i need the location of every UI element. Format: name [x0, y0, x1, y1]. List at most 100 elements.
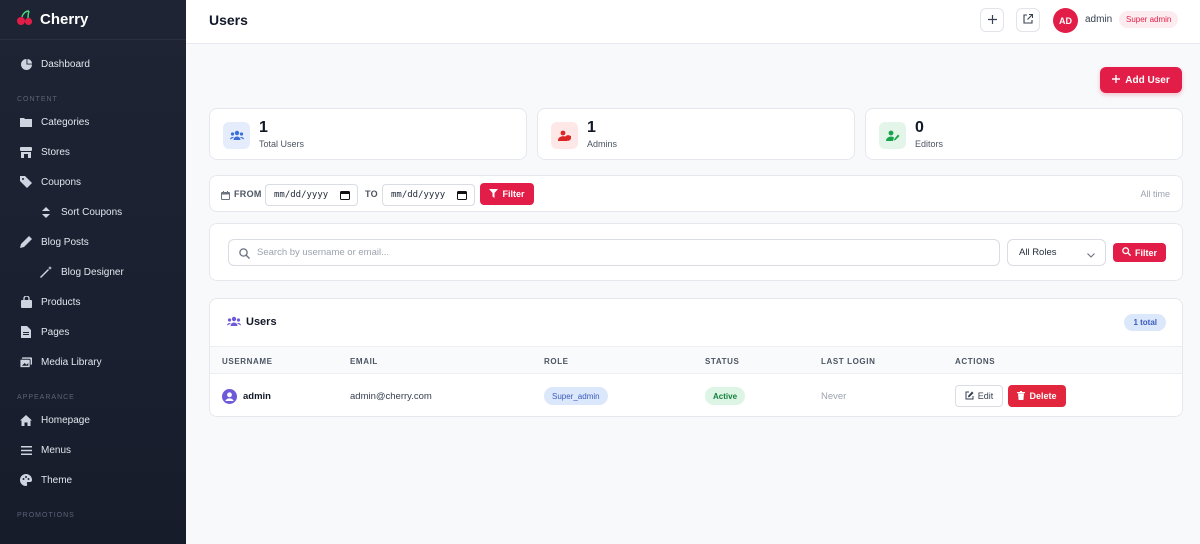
add-button[interactable]: [980, 8, 1004, 32]
edit-label: Edit: [977, 391, 994, 401]
sidebar-item-coupons[interactable]: Coupons: [0, 167, 186, 197]
to-label: TO: [365, 189, 378, 199]
filter-label: Filter: [1134, 247, 1157, 258]
calendar-icon: [340, 190, 350, 203]
delete-button[interactable]: Delete: [1008, 385, 1066, 407]
total-count-badge: 1 total: [1124, 314, 1166, 331]
cell-last-login: Never: [821, 391, 847, 402]
sidebar-item-label: Pages: [41, 326, 70, 338]
status-badge: Active: [705, 387, 746, 405]
calendar-icon: [457, 190, 467, 203]
bag-icon: [20, 296, 32, 308]
users-icon: [223, 122, 250, 149]
sidebar: Cherry Dashboard CONTENT Categories Stor…: [0, 0, 186, 544]
column-header-email[interactable]: EMAIL: [350, 357, 378, 366]
sidebar-item-media-library[interactable]: Media Library: [0, 347, 186, 377]
plus-icon: [987, 13, 997, 27]
folder-icon: [20, 116, 32, 128]
edit-button[interactable]: Edit: [955, 385, 1003, 407]
user-edit-icon: [879, 122, 906, 149]
table-title: Users: [246, 316, 277, 328]
page-title: Users: [209, 12, 248, 28]
users-icon: [227, 316, 241, 330]
sidebar-item-stores[interactable]: Stores: [0, 137, 186, 167]
cell-username: admin: [243, 391, 271, 402]
from-date-value: mm/dd/yyyy: [274, 190, 329, 200]
search-placeholder: Search by username or email...: [257, 247, 390, 258]
sidebar-section-content: CONTENT: [17, 96, 58, 103]
sidebar-item-categories[interactable]: Categories: [0, 107, 186, 137]
sidebar-item-label: Products: [41, 296, 81, 308]
search-filter-button[interactable]: Filter: [1113, 243, 1166, 262]
sidebar-item-label: Coupons: [41, 176, 82, 188]
avatar[interactable]: AD: [1053, 8, 1078, 33]
stat-label: Editors: [915, 139, 944, 149]
sidebar-item-products[interactable]: Products: [0, 287, 186, 317]
column-header-status[interactable]: STATUS: [705, 357, 739, 366]
sidebar-item-dashboard[interactable]: Dashboard: [0, 49, 186, 79]
stat-value: 1: [587, 119, 596, 136]
role-select[interactable]: All Roles: [1007, 239, 1106, 266]
sidebar-item-blog-posts[interactable]: Blog Posts: [0, 227, 186, 257]
to-date-value: mm/dd/yyyy: [391, 190, 446, 200]
trash-icon: [1017, 390, 1026, 402]
from-date-input[interactable]: mm/dd/yyyy: [265, 184, 358, 206]
brand[interactable]: Cherry: [0, 0, 186, 40]
sidebar-item-label: Sort Coupons: [61, 206, 123, 218]
from-label: FROM: [234, 189, 262, 199]
file-icon: [20, 326, 32, 338]
column-header-role[interactable]: ROLE: [544, 357, 569, 366]
add-user-label: Add User: [1125, 74, 1170, 86]
store-icon: [20, 146, 32, 158]
pen-icon: [20, 236, 32, 248]
user-shield-icon: [551, 122, 578, 149]
users-table-card: Users 1 total USERNAME EMAIL ROLE STATUS…: [209, 298, 1183, 417]
role-badge: Super_admin: [544, 387, 608, 405]
sidebar-item-label: Theme: [41, 474, 73, 486]
add-user-button[interactable]: Add User: [1100, 67, 1182, 93]
sidebar-item-homepage[interactable]: Homepage: [0, 405, 186, 435]
sidebar-section-promotions: PROMOTIONS: [17, 512, 75, 519]
to-date-input[interactable]: mm/dd/yyyy: [382, 184, 475, 206]
sidebar-item-label: Homepage: [41, 414, 90, 426]
sidebar-item-label: Stores: [41, 146, 70, 158]
user-name[interactable]: admin: [1085, 14, 1112, 25]
dashboard-icon: [20, 58, 32, 70]
sidebar-item-label: Blog Posts: [41, 236, 89, 248]
role-select-value: All Roles: [1019, 247, 1057, 258]
menu-icon: [20, 444, 32, 456]
column-header-actions: ACTIONS: [955, 357, 996, 366]
date-filter-bar: FROM mm/dd/yyyy TO mm/dd/yyyy Filter All…: [209, 175, 1183, 212]
date-filter-button[interactable]: Filter: [480, 183, 534, 205]
user-avatar-icon: [222, 389, 237, 407]
column-header-username[interactable]: USERNAME: [222, 357, 273, 366]
sidebar-item-menus[interactable]: Menus: [0, 435, 186, 465]
palette-icon: [20, 474, 32, 486]
sidebar-item-label: Menus: [41, 444, 72, 456]
sidebar-item-pages[interactable]: Pages: [0, 317, 186, 347]
sort-icon: [40, 206, 52, 218]
magic-wand-icon: [40, 266, 52, 278]
stat-value: 1: [259, 119, 268, 136]
stat-card-admins: 1 Admins: [537, 108, 855, 160]
stat-value: 0: [915, 119, 924, 136]
column-header-last-login[interactable]: LAST LOGIN: [821, 357, 875, 366]
open-site-button[interactable]: [1016, 8, 1040, 32]
sidebar-item-theme[interactable]: Theme: [0, 465, 186, 495]
sidebar-item-blog-designer[interactable]: Blog Designer: [0, 257, 186, 287]
sidebar-item-sort-coupons[interactable]: Sort Coupons: [0, 197, 186, 227]
search-input[interactable]: Search by username or email...: [228, 239, 1000, 266]
sidebar-section-appearance: APPEARANCE: [17, 394, 75, 401]
sidebar-item-label: Media Library: [41, 356, 102, 368]
sidebar-item-label: Categories: [41, 116, 90, 128]
images-icon: [20, 356, 32, 368]
chevron-down-icon: [1087, 250, 1095, 261]
date-range-text: All time: [1140, 189, 1170, 199]
search-icon: [239, 248, 250, 262]
brand-name: Cherry: [40, 11, 89, 28]
plus-icon: [1112, 74, 1121, 86]
cell-email: admin@cherry.com: [350, 391, 432, 402]
stat-card-total-users: 1 Total Users: [209, 108, 527, 160]
user-role-badge: Super admin: [1119, 11, 1179, 28]
search-icon: [1122, 247, 1132, 258]
